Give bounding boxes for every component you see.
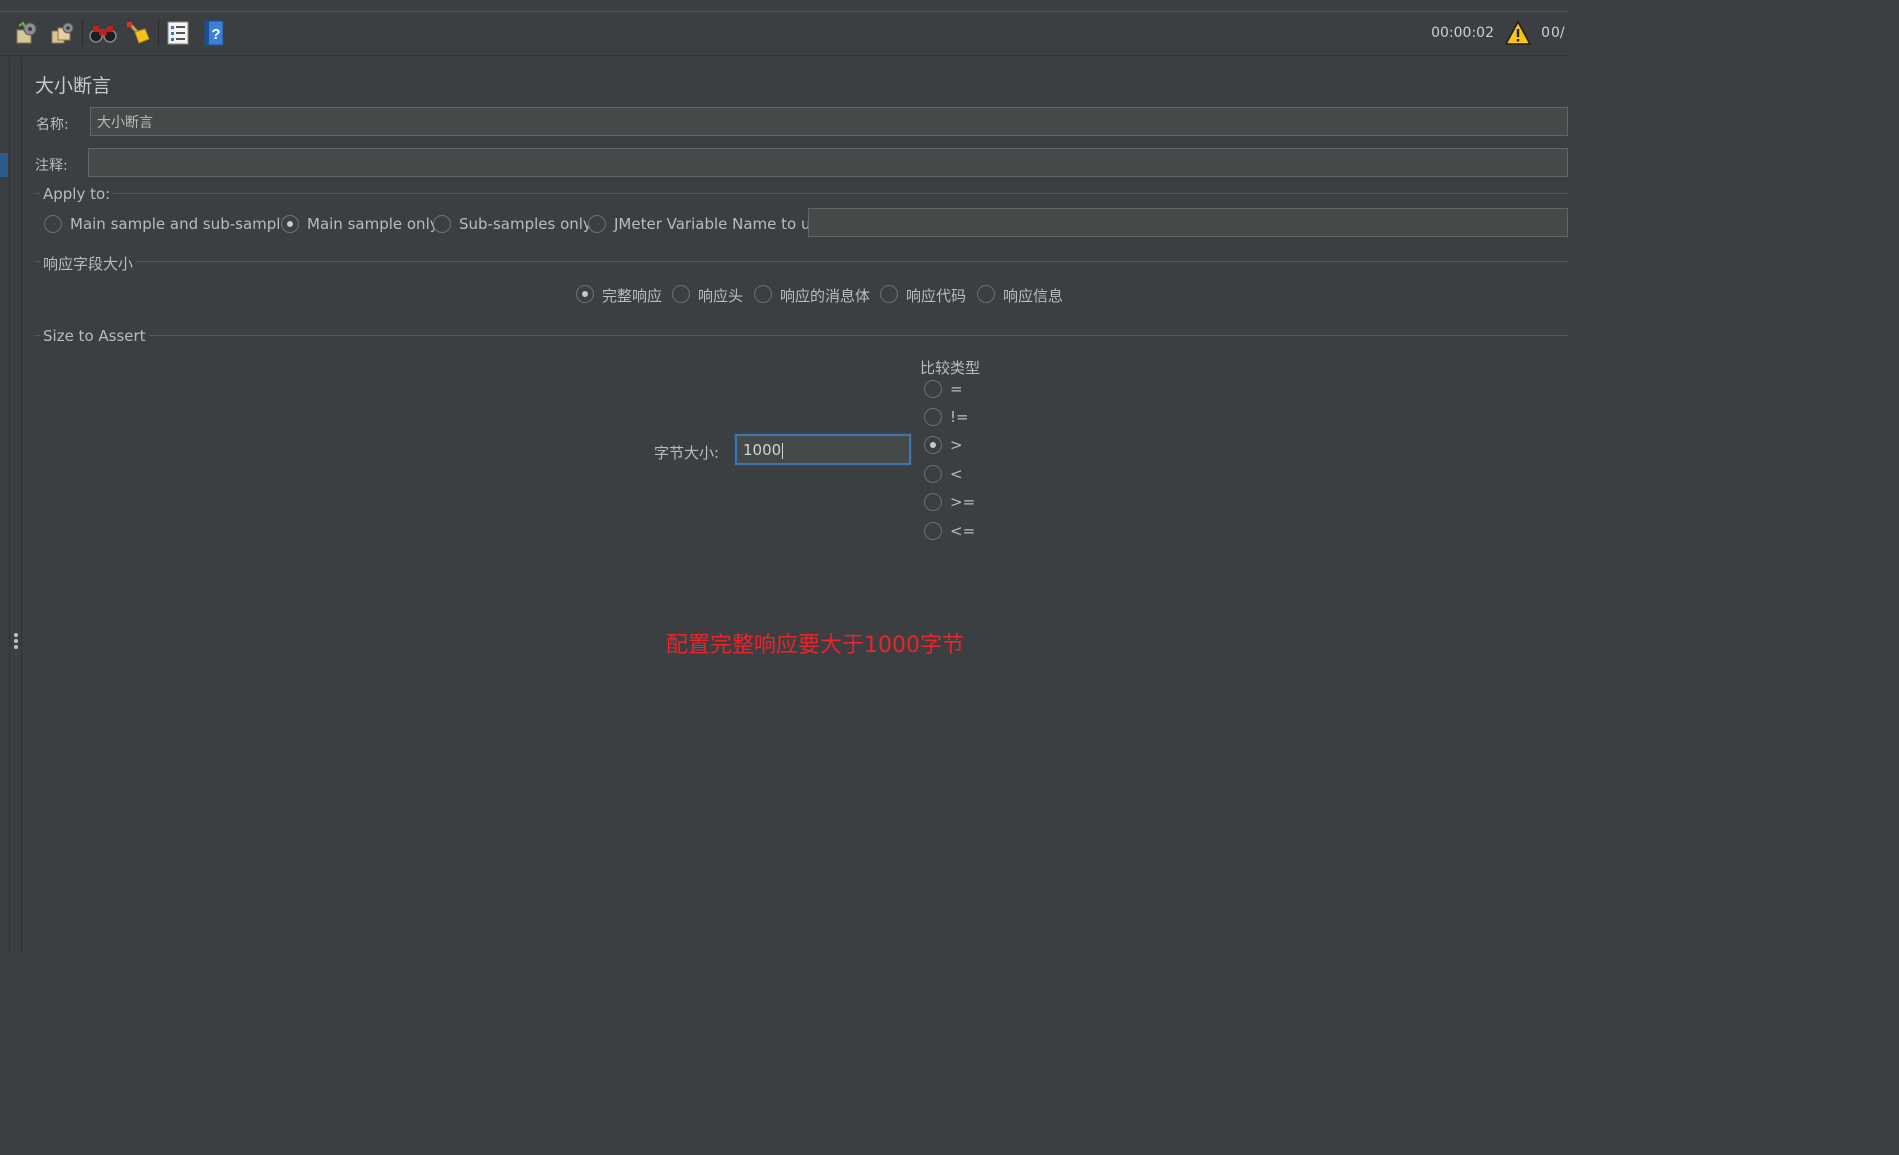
apply-variable-radio[interactable] (588, 215, 606, 233)
field-code-label: 响应代码 (906, 287, 967, 305)
compare-le-label: <= (950, 522, 976, 540)
comment-label: 注释: (35, 158, 68, 174)
broom-icon[interactable] (124, 19, 152, 47)
field-code-radio[interactable] (880, 285, 898, 303)
compare-lt-label: < (950, 465, 963, 483)
binoculars-icon[interactable] (89, 19, 117, 47)
response-field-title: 响应字段大小 (40, 253, 137, 274)
toolbar: ? 00:00:02 0 0/ (0, 12, 1568, 56)
compare-ne-label: != (950, 408, 969, 426)
comment-field[interactable] (88, 148, 1568, 177)
field-full-response-label: 完整响应 (602, 287, 663, 305)
apply-variable-label: JMeter Variable Name to use (614, 215, 828, 233)
name-label: 名称: (36, 117, 69, 133)
field-body-label: 响应的消息体 (780, 287, 871, 305)
apply-to-title: Apply to: (40, 185, 114, 203)
toolbar-separator (82, 20, 83, 46)
size-value: 1000 (743, 441, 782, 459)
svg-text:?: ? (211, 26, 220, 43)
compare-ne-radio[interactable] (924, 408, 942, 426)
apply-main-and-sub-label: Main sample and sub-samples (70, 215, 298, 233)
apply-sub-only-label: Sub-samples only (459, 215, 592, 233)
response-field-group-border (35, 261, 1568, 262)
field-message-radio[interactable] (977, 285, 995, 303)
field-full-response-radio[interactable] (576, 285, 594, 303)
window-top-strip (0, 0, 1568, 12)
field-headers-label: 响应头 (698, 287, 744, 305)
size-input[interactable]: 1000 (735, 434, 911, 465)
clear-gear-icon[interactable] (12, 19, 40, 47)
compare-type-title: 比较类型 (920, 359, 981, 377)
apply-main-and-sub-radio[interactable] (44, 215, 62, 233)
warning-count: 0 (1541, 25, 1550, 41)
selected-tree-node-marker (0, 153, 8, 177)
field-message-label: 响应信息 (1003, 287, 1064, 305)
divider (9, 57, 10, 954)
elapsed-time: 00:00:02 (1431, 25, 1494, 41)
field-headers-radio[interactable] (672, 285, 690, 303)
compare-le-radio[interactable] (924, 522, 942, 540)
apply-main-only-label: Main sample only (307, 215, 439, 233)
compare-gt-radio[interactable] (924, 436, 942, 454)
clear-all-gear-icon[interactable] (48, 19, 76, 47)
active-threads: 0/ (1551, 25, 1565, 41)
divider (21, 57, 22, 954)
compare-eq-radio[interactable] (924, 380, 942, 398)
apply-to-group-border (35, 193, 1568, 194)
compare-eq-label: = (950, 380, 963, 398)
compare-gt-label: > (950, 436, 963, 454)
page-title: 大小断言 (35, 75, 112, 97)
field-body-radio[interactable] (754, 285, 772, 303)
compare-ge-label: >= (950, 493, 976, 511)
annotation-note: 配置完整响应要大于1000字节 (666, 633, 964, 658)
size-label: 字节大小: (654, 444, 720, 462)
warning-icon[interactable] (1504, 20, 1532, 48)
compare-lt-radio[interactable] (924, 465, 942, 483)
help-book-icon[interactable]: ? (200, 19, 228, 47)
list-icon[interactable] (164, 19, 192, 47)
toolbar-separator (158, 20, 159, 46)
variable-name-field[interactable] (808, 208, 1568, 237)
name-field[interactable]: 大小断言 (90, 107, 1568, 136)
text-caret (782, 442, 784, 459)
apply-sub-only-radio[interactable] (433, 215, 451, 233)
compare-ge-radio[interactable] (924, 493, 942, 511)
size-assert-title: Size to Assert (40, 327, 149, 345)
size-assert-group-border (35, 335, 1568, 336)
splitter-handle[interactable] (13, 632, 19, 652)
apply-main-only-radio[interactable] (281, 215, 299, 233)
tree-panel-edge (0, 57, 22, 954)
